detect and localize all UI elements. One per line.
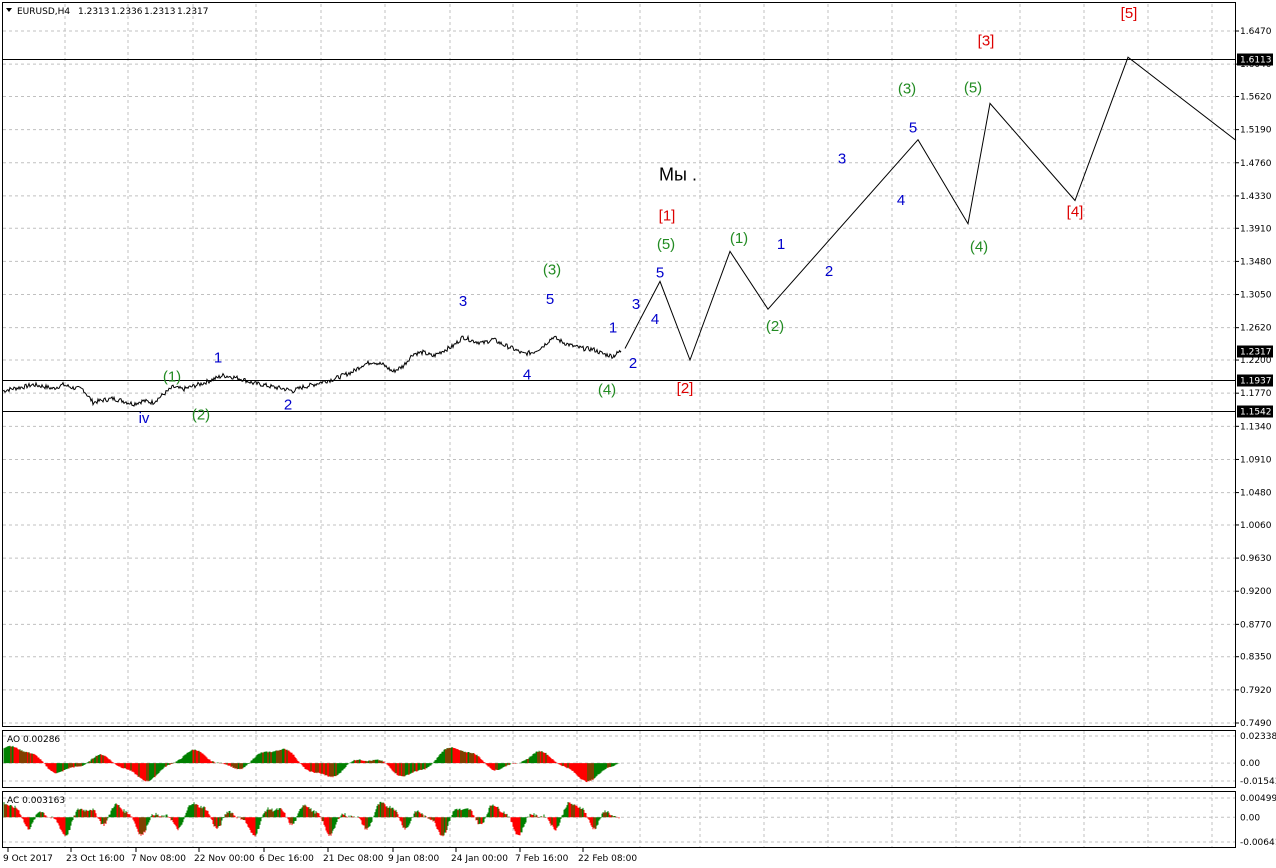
- y-tick-label: 1.5190: [1240, 126, 1272, 136]
- indicator-tick-label: 0.00: [1240, 759, 1260, 769]
- wave-label: (1): [163, 369, 181, 386]
- wave-label: 4: [897, 192, 905, 209]
- y-tick-label: 1.3050: [1240, 291, 1272, 301]
- time-axis: 9 Oct 2017 23 Oct 16:00 7 Nov 08:00 22 Nov …: [3, 848, 637, 864]
- y-tick-label: 1.0060: [1240, 521, 1272, 531]
- wave-label: Мы .: [659, 164, 697, 184]
- price-lines: [2, 56, 1237, 407]
- symbol-header[interactable]: EURUSD,H4 1.2313 1.2336 1.2313 1.2317: [6, 7, 209, 17]
- ac-indicator-label: AC 0.003163: [7, 796, 65, 806]
- wave-label: 1: [609, 319, 617, 336]
- ac-pane-border: [2, 791, 1236, 848]
- wave-label: [2]: [677, 380, 694, 397]
- wave-label: iv: [139, 410, 150, 427]
- level-price-label: 1.6113: [1240, 56, 1272, 66]
- wave-label: 3: [459, 293, 467, 310]
- y-tick-label: 1.3910: [1240, 224, 1272, 234]
- y-tick-label: 0.9200: [1240, 587, 1272, 597]
- wave-label: 2: [629, 355, 637, 372]
- y-tick-label: 1.5620: [1240, 93, 1272, 103]
- indicator-tick-label: 0.00: [1240, 813, 1260, 823]
- wave-label: (4): [598, 382, 616, 399]
- grid-lines: [3, 4, 1235, 847]
- x-tick-label: 22 Nov 00:00: [194, 854, 255, 864]
- wave-label: 4: [523, 366, 531, 383]
- indicator-tick-label: 0.00499: [1240, 794, 1276, 804]
- wave-label: (2): [766, 318, 784, 335]
- wave-label: (3): [898, 80, 916, 97]
- wave-label: 3: [838, 151, 846, 168]
- wave-label: (3): [543, 262, 561, 279]
- y-tick-label: 0.7490: [1240, 719, 1272, 729]
- y-tick-label: 1.0480: [1240, 489, 1272, 499]
- wave-label: (5): [657, 236, 675, 253]
- current-price-label: 1.2317: [1240, 348, 1272, 358]
- y-tick-label: 1.2620: [1240, 324, 1272, 334]
- wave-label: 5: [546, 291, 554, 308]
- ohlc-close: 1.2317: [177, 7, 209, 17]
- wave-label: 3: [632, 296, 640, 313]
- wave-label: 2: [825, 263, 833, 280]
- level-price-label: 1.1542: [1240, 408, 1272, 418]
- y-tick-label: 0.8350: [1240, 653, 1272, 663]
- x-tick-label: 22 Feb 08:00: [578, 854, 637, 864]
- y-tick-label: 1.1340: [1240, 422, 1272, 432]
- ohlc-low: 1.2313: [144, 7, 176, 17]
- indicator-tick-label: 0.02338: [1240, 732, 1276, 742]
- wave-labels: iv(1)(2)12345(3)12(4)345(5)[1]Мы .[2](1)…: [139, 5, 1138, 427]
- wave-label: 2: [284, 396, 292, 413]
- wave-label: 4: [651, 311, 659, 328]
- ohlc-high: 1.2336: [111, 7, 143, 17]
- wave-label: 5: [656, 265, 664, 282]
- wave-label: [1]: [659, 208, 676, 225]
- wave-label: (5): [964, 80, 982, 97]
- wave-label: [4]: [1067, 204, 1084, 221]
- y-tick-label: 1.2200: [1240, 356, 1272, 366]
- x-tick-label: 7 Feb 16:00: [515, 854, 569, 864]
- wave-label: (1): [730, 230, 748, 247]
- y-tick-label: 0.8770: [1240, 620, 1272, 630]
- y-tick-label: 1.6470: [1240, 27, 1272, 37]
- y-tick-label: 1.4330: [1240, 192, 1272, 202]
- wave-label: 1: [777, 236, 785, 253]
- x-tick-label: 21 Dec 08:00: [323, 854, 384, 864]
- y-tick-label: 1.0910: [1240, 455, 1272, 465]
- y-tick-label: 1.4760: [1240, 159, 1272, 169]
- ao-indicator-label: AO 0.00286: [7, 735, 60, 745]
- symbol-name: EURUSD,H4: [17, 7, 70, 17]
- indicator-tick-label: -0.00641: [1240, 838, 1276, 848]
- level-price-label: 1.1937: [1240, 377, 1272, 387]
- main-pane-border: [2, 2, 1236, 727]
- x-tick-label: 24 Jan 00:00: [451, 854, 508, 864]
- x-tick-label: 6 Dec 16:00: [259, 854, 314, 864]
- wave-label: [5]: [1121, 5, 1138, 22]
- horizontal-levels[interactable]: [3, 59, 1235, 412]
- wave-label: 1: [214, 349, 222, 366]
- ohlc-open: 1.2313: [78, 7, 110, 17]
- chart-canvas: iv(1)(2)12345(3)12(4)345(5)[1]Мы .[2](1)…: [2, 2, 1276, 864]
- y-tick-label: 1.3480: [1240, 257, 1272, 267]
- x-tick-label: 9 Jan 08:00: [388, 854, 440, 864]
- elliott-projection-line[interactable]: [624, 56, 1237, 362]
- x-tick-label: 23 Oct 16:00: [66, 854, 125, 864]
- y-tick-label: 0.9630: [1240, 554, 1272, 564]
- y-tick-label: 0.7920: [1240, 686, 1272, 696]
- wave-label: (2): [192, 406, 210, 423]
- y-tick-label: 1.1770: [1240, 389, 1272, 399]
- wave-label: (4): [970, 238, 988, 255]
- dropdown-triangle-icon[interactable]: [6, 8, 12, 12]
- wave-label: [3]: [978, 33, 995, 50]
- wave-label: 5: [909, 120, 917, 137]
- x-tick-label: 7 Nov 08:00: [131, 854, 186, 864]
- price-axis: 1.64701.60401.56201.51901.47601.43301.39…: [1235, 27, 1276, 848]
- x-tick-label: 9 Oct 2017: [3, 854, 53, 864]
- indicator-tick-label: -0.01543: [1240, 777, 1276, 787]
